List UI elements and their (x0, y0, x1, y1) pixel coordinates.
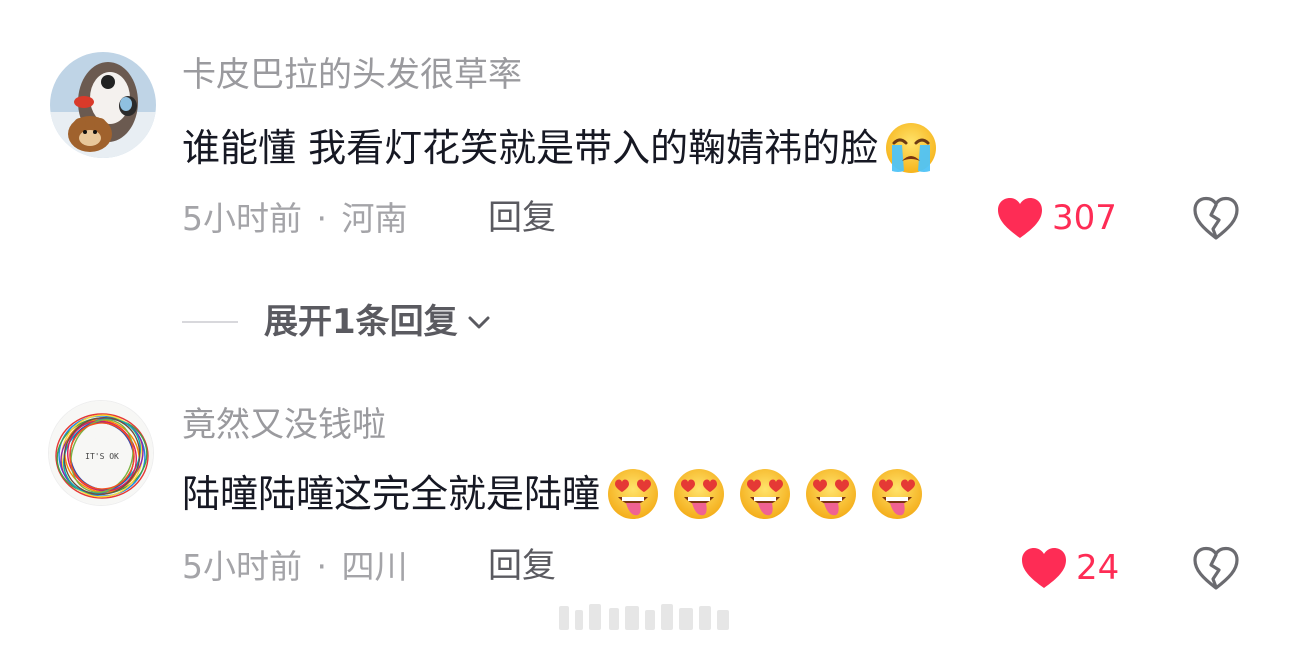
comment-time: 5小时前 (182, 547, 302, 586)
meta-separator: · (316, 547, 328, 586)
reply-button[interactable]: 回复 (488, 201, 556, 235)
heart-eyes-tongue-emoji (738, 467, 792, 521)
reply-button[interactable]: 回复 (488, 549, 556, 583)
comment-item: 卡皮巴拉的头发很草率 谁能懂 我看灯花笑就是带入的鞠婧祎的脸 5小时前 · 河南… (0, 0, 1290, 280)
like-count: 307 (1052, 198, 1117, 238)
heart-eyes-tongue-emoji (672, 467, 726, 521)
emoji-row (604, 467, 924, 521)
heart-icon (998, 198, 1042, 238)
loudly-crying-face-emoji (884, 121, 938, 175)
heart-eyes-tongue-emoji (606, 467, 660, 521)
comment-meta: 5小时前 · 四川 (182, 550, 408, 583)
heart-eyes-tongue-emoji (804, 467, 858, 521)
avatar[interactable]: IT'S OK (48, 400, 154, 506)
heart-icon (1022, 548, 1066, 588)
comment-location: 四川 (341, 547, 408, 586)
dislike-button[interactable] (1192, 196, 1240, 242)
comment-text-row: 陆曈陆曈这完全就是陆曈 (182, 464, 924, 524)
comment-text-row: 谁能懂 我看灯花笑就是带入的鞠婧祎的脸 (182, 118, 938, 178)
avatar-image (50, 52, 156, 158)
avatar-image: IT'S OK (49, 401, 153, 505)
chevron-down-icon (468, 316, 490, 329)
expand-replies-button[interactable]: 展开1条回复 (182, 300, 494, 344)
expand-divider (182, 321, 238, 323)
broken-heart-icon (1193, 546, 1239, 590)
like-button[interactable]: 307 (996, 196, 1117, 240)
comment-location: 河南 (341, 199, 408, 238)
comment-meta: 5小时前 · 河南 (182, 202, 408, 235)
username[interactable]: 竟然又没钱啦 (182, 408, 386, 442)
avatar[interactable] (50, 52, 156, 158)
comment-item: IT'S OK 竟然又没钱啦 陆曈陆曈这完全就是陆曈 5小时前 · 四川 回复 … (0, 380, 1290, 610)
comment-text: 谁能懂 我看灯花笑就是带入的鞠婧祎的脸 (182, 126, 879, 170)
comment-text: 陆曈陆曈这完全就是陆曈 (182, 472, 601, 516)
heart-eyes-tongue-emoji (870, 467, 924, 521)
username[interactable]: 卡皮巴拉的头发很草率 (182, 58, 522, 92)
avatar-label: IT'S OK (85, 452, 119, 461)
dislike-button[interactable] (1192, 546, 1240, 592)
comment-time: 5小时前 (182, 199, 302, 238)
broken-heart-icon (1193, 196, 1239, 240)
watermark-logo (559, 604, 729, 630)
like-count: 24 (1076, 548, 1120, 588)
expand-replies-label: 展开1条回复 (264, 302, 458, 342)
meta-separator: · (316, 199, 328, 238)
like-button[interactable]: 24 (1020, 546, 1119, 590)
